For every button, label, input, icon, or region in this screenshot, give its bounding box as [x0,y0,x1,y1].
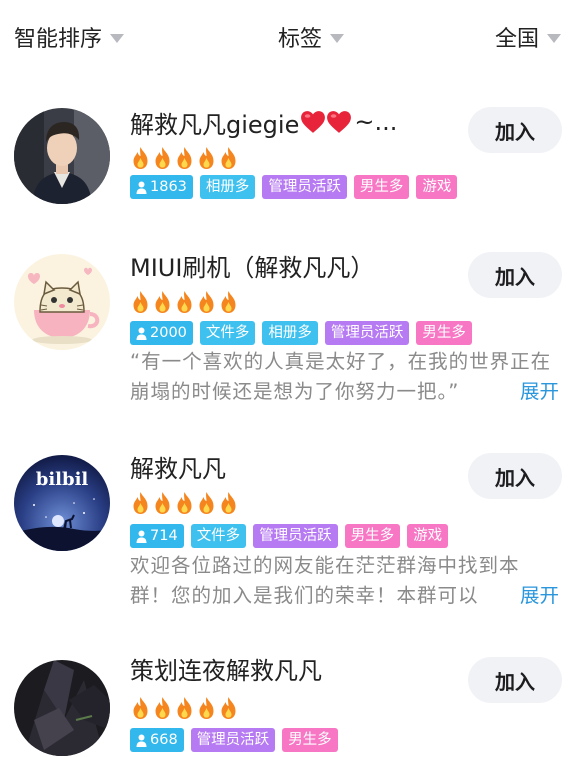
region-filter-label: 全国 [495,27,540,52]
group-avatar: bilbil [14,455,110,551]
dropdown-arrow-icon [330,34,345,43]
group-name-suffix: ~... [354,108,398,136]
region-filter[interactable]: 全国 [495,20,562,54]
person-icon [136,327,147,340]
night-sky-icon: bilbil [14,455,110,551]
person-icon [136,530,147,543]
tag-badge: 男生多 [353,175,410,199]
dark-artwork-icon [14,660,110,756]
fire-icon [174,290,195,314]
expand-link[interactable]: 展开 [502,581,560,611]
member-count-badge: 1863 [130,175,193,199]
activity-level [130,290,239,314]
tag-badge: 游戏 [407,524,449,548]
tag-badge: 管理员活跃 [190,728,276,752]
member-count: 1863 [150,179,187,195]
group-avatar [14,660,110,756]
join-button[interactable]: 加入 [468,107,562,153]
sort-filter-label: 智能排序 [14,27,103,52]
activity-level [130,696,239,720]
fire-icon [196,696,217,720]
fire-icon [130,491,151,515]
fire-icon [218,146,239,170]
tag-badge: 文件多 [199,321,256,345]
tag-badge: 相册多 [262,321,318,345]
tag-filter-label: 标签 [278,27,323,52]
tag-badge: 管理员活跃 [262,175,347,199]
tag-badge: 男生多 [282,728,338,752]
fire-icon [174,491,195,515]
fire-icon [152,491,173,515]
member-count: 2000 [150,325,187,341]
fire-icon [152,146,173,170]
fire-icon [152,696,173,720]
fire-icon [130,696,151,720]
group-name: MIUI刷机（解救凡凡） [130,254,375,282]
member-count-badge: 2000 [130,321,193,345]
group-name: 解救凡凡 [130,455,226,483]
tag-badge: 管理员活跃 [253,524,338,548]
tag-list: 668 管理员活跃 男生多 [130,728,338,752]
filter-bar: 智能排序 标签 全国 [0,0,583,72]
dropdown-arrow-icon [547,34,562,43]
description-line: 欢迎各位路过的网友能在茫茫群海中找到本 [130,554,520,577]
join-button[interactable]: 加入 [468,453,562,499]
tag-badge: 男生多 [344,524,401,548]
tag-list: 2000 文件多 相册多 管理员活跃 男生多 [130,321,472,345]
person-icon [136,181,147,194]
join-button[interactable]: 加入 [468,252,562,298]
tag-badge: 相册多 [199,175,256,199]
portrait-photo-icon [14,108,110,204]
heart-icon [300,110,326,134]
fire-icon [218,696,239,720]
description-line: “有一个喜欢的人真是太好了，在我的世界正在 [130,350,552,373]
activity-level [130,491,239,515]
group-name: 策划连夜解救凡凡 [130,657,322,685]
fire-icon [152,290,173,314]
member-count: 668 [150,732,178,748]
heart-icon [326,110,352,134]
tag-badge: 男生多 [416,321,472,345]
fire-icon [218,491,239,515]
fire-icon [218,290,239,314]
member-count: 714 [150,528,178,544]
group-name-text: 解救凡凡giegie [130,110,300,139]
member-count-badge: 714 [130,524,184,548]
fire-icon [130,146,151,170]
tag-badge: 游戏 [416,175,458,199]
dropdown-arrow-icon [110,34,125,43]
group-name: 解救凡凡giegie ~... [130,104,397,140]
sort-filter[interactable]: 智能排序 [14,20,125,54]
activity-level [130,146,239,170]
tag-list: 714 文件多 管理员活跃 男生多 游戏 [130,524,449,548]
tag-filter[interactable]: 标签 [278,20,345,54]
fire-icon [130,290,151,314]
member-count-badge: 668 [130,728,184,752]
fire-icon [196,290,217,314]
fire-icon [196,491,217,515]
tag-badge: 文件多 [190,524,247,548]
fire-icon [196,146,217,170]
group-avatar [14,108,110,204]
fire-icon [174,146,195,170]
fire-icon [174,696,195,720]
avatar-text: bilbil [36,469,89,490]
tag-list: 1863 相册多 管理员活跃 男生多 游戏 [130,175,458,199]
expand-link[interactable]: 展开 [502,377,560,407]
group-avatar [14,254,110,350]
tag-badge: 管理员活跃 [324,321,410,345]
person-icon [136,734,147,747]
cat-cup-icon [14,254,110,350]
join-button[interactable]: 加入 [468,657,562,703]
